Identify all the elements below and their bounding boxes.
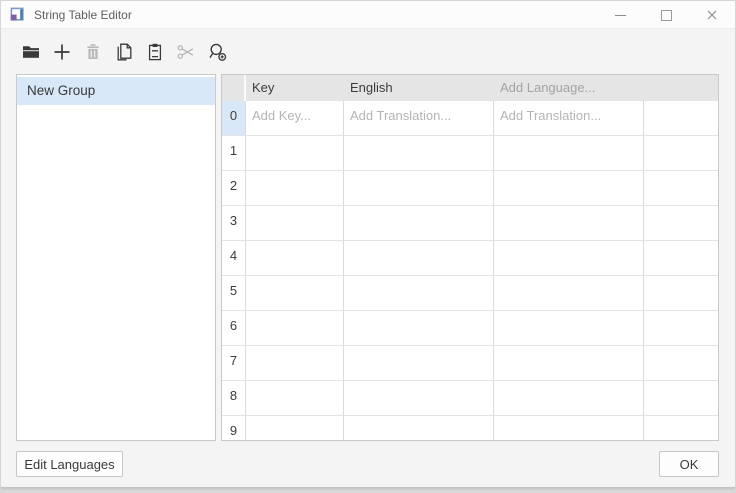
maximize-icon [661,10,672,21]
table-row: 7 [222,346,718,381]
paste-button[interactable] [141,38,168,65]
string-table: Key English Add Language... 0Add Key...A… [221,74,719,441]
table-cell[interactable] [494,136,644,170]
window-controls [597,1,735,29]
table-cell[interactable] [246,311,344,345]
row-number-cell[interactable]: 8 [222,381,246,415]
table-cell[interactable] [644,346,718,380]
table-cell[interactable] [494,381,644,415]
copy-button[interactable] [110,38,137,65]
table-cell[interactable] [246,381,344,415]
app-logo-icon [10,7,26,23]
table-cell[interactable] [494,276,644,310]
table-row: 9 [222,416,718,441]
close-icon [706,9,718,21]
table-row: 5 [222,276,718,311]
table-cell[interactable] [494,241,644,275]
group-list-item-new-group[interactable]: New Group [17,77,215,105]
cut-button[interactable] [172,38,199,65]
table-cell[interactable] [644,241,718,275]
table-cell[interactable] [344,136,494,170]
table-row: 2 [222,171,718,206]
table-cell[interactable] [644,171,718,205]
table-header: Key English Add Language... [222,75,718,101]
row-number-cell[interactable]: 3 [222,206,246,240]
minimize-icon [615,15,626,16]
table-cell[interactable] [246,206,344,240]
copy-icon [114,42,134,62]
row-number-cell[interactable]: 6 [222,311,246,345]
column-header-add-language[interactable]: Add Language... [494,75,644,101]
table-cell[interactable] [644,276,718,310]
table-cell[interactable] [344,206,494,240]
folder-icon [21,42,41,62]
ok-button[interactable]: OK [659,451,719,477]
table-cell[interactable] [644,416,718,441]
group-list: New Group [16,74,216,441]
plus-icon [52,42,72,62]
maximize-button[interactable] [643,1,689,29]
table-cell[interactable] [344,276,494,310]
table-cell[interactable] [494,346,644,380]
edit-languages-button[interactable]: Edit Languages [16,451,123,477]
table-row: 8 [222,381,718,416]
table-cell[interactable] [494,416,644,441]
delete-button[interactable] [79,38,106,65]
row-number-cell[interactable]: 1 [222,136,246,170]
paste-icon [145,42,165,62]
minimize-button[interactable] [597,1,643,29]
row-number-cell[interactable]: 5 [222,276,246,310]
table-cell[interactable] [644,311,718,345]
table-row: 0Add Key...Add Translation...Add Transla… [222,101,718,136]
add-button[interactable] [48,38,75,65]
window-bottom-edge [1,487,735,492]
table-cell[interactable] [246,346,344,380]
table-cell[interactable] [246,416,344,441]
toolbar [1,30,735,73]
column-header-key[interactable]: Key [246,75,344,101]
table-cell[interactable] [246,276,344,310]
table-cell[interactable] [644,381,718,415]
string-table-editor-window: String Table Editor [0,0,736,493]
table-cell[interactable] [494,171,644,205]
table-cell[interactable] [344,381,494,415]
row-number-cell[interactable]: 2 [222,171,246,205]
table-cell[interactable] [344,311,494,345]
row-number-cell[interactable]: 4 [222,241,246,275]
table-corner-cell [222,75,246,101]
table-row: 3 [222,206,718,241]
table-cell[interactable]: Add Translation... [494,101,644,135]
table-cell[interactable] [644,101,718,135]
scissors-icon [176,42,196,62]
table-cell[interactable] [344,171,494,205]
table-row: 4 [222,241,718,276]
find-add-button[interactable] [203,38,230,65]
table-body: 0Add Key...Add Translation...Add Transla… [222,101,718,441]
table-row: 1 [222,136,718,171]
open-group-button[interactable] [17,38,44,65]
table-cell[interactable]: Add Translation... [344,101,494,135]
window-title: String Table Editor [34,8,132,22]
table-row: 6 [222,311,718,346]
table-cell[interactable] [246,171,344,205]
table-cell[interactable] [344,416,494,441]
table-cell[interactable]: Add Key... [246,101,344,135]
table-cell[interactable] [344,241,494,275]
titlebar: String Table Editor [1,1,735,29]
table-cell[interactable] [644,206,718,240]
close-button[interactable] [689,1,735,29]
column-header-english[interactable]: English [344,75,494,101]
table-cell[interactable] [246,241,344,275]
table-cell[interactable] [494,311,644,345]
row-number-cell[interactable]: 9 [222,416,246,441]
table-cell[interactable] [494,206,644,240]
table-cell[interactable] [344,346,494,380]
search-plus-icon [207,42,227,62]
trash-icon [83,42,103,62]
table-cell[interactable] [644,136,718,170]
row-number-cell[interactable]: 0 [222,101,246,135]
table-cell[interactable] [246,136,344,170]
row-number-cell[interactable]: 7 [222,346,246,380]
